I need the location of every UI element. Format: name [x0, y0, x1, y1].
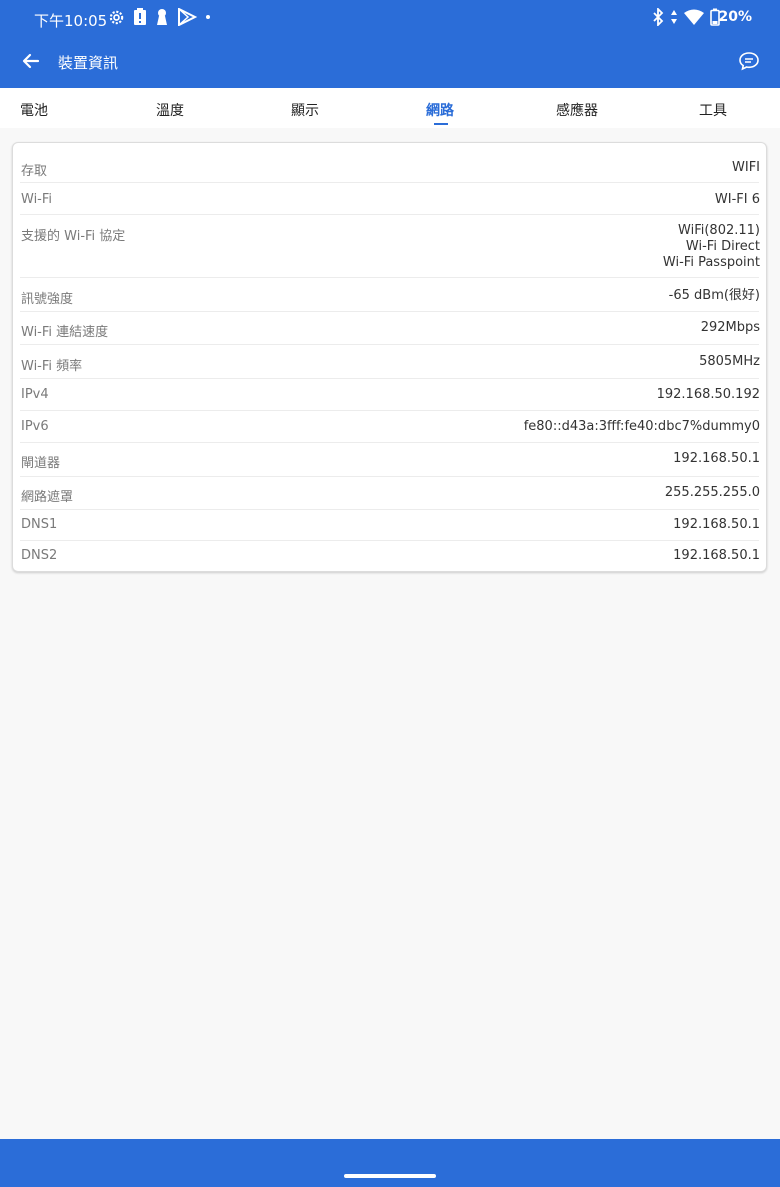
navigation-bar [0, 1139, 780, 1187]
item-value: 192.168.50.1 [673, 517, 760, 532]
item-label: IPv4 [21, 387, 49, 402]
network-info-card: 存取 WIFI Wi-Fi WI-FI 6 支援的 Wi-Fi 協定 WiFi(… [12, 142, 767, 572]
item-value: -65 dBm(很好) [668, 288, 760, 303]
item-value: WIFI [732, 160, 760, 175]
item-value: 5805MHz [699, 354, 760, 369]
battery-alert-icon [134, 8, 146, 25]
list-item-netmask: 網路遮罩 255.255.255.0 [13, 477, 766, 510]
item-value: 292Mbps [700, 320, 760, 335]
arrow-left-icon[interactable] [20, 50, 42, 72]
status-icons-left [108, 8, 211, 26]
battery-percentage: 20% [718, 9, 752, 25]
status-icons-right [652, 8, 720, 26]
list-item-gateway: 閘道器 192.168.50.1 [13, 443, 766, 477]
wifi-icon [684, 9, 704, 25]
item-label: 存取 [21, 164, 48, 179]
list-item-wifi: Wi-Fi WI-FI 6 [13, 183, 766, 215]
item-label: DNS2 [21, 548, 58, 563]
tab-bar: 電池 溫度 顯示 網路 感應器 工具 [0, 88, 780, 128]
item-label: 網路遮罩 [21, 490, 74, 505]
item-value: 192.168.50.192 [656, 387, 760, 402]
item-label: IPv6 [21, 419, 49, 434]
tab-display[interactable]: 顯示 [291, 100, 319, 120]
page-title: 裝置資訊 [58, 54, 119, 72]
tab-tools[interactable]: 工具 [699, 100, 727, 120]
item-value: fe80::d43a:3fff:fe40:dbc7%dummy0 [523, 419, 760, 434]
keyhole-icon [157, 9, 167, 25]
tab-network[interactable]: 網路 [426, 100, 454, 120]
tab-temperature[interactable]: 溫度 [156, 100, 184, 120]
list-item-frequency: Wi-Fi 頻率 5805MHz [13, 345, 766, 379]
tab-sensors[interactable]: 感應器 [556, 100, 598, 120]
item-value-line-2: Wi-Fi Direct [685, 239, 760, 254]
list-item-dns1: DNS1 192.168.50.1 [13, 510, 766, 541]
item-value: WI-FI 6 [714, 192, 760, 207]
bluetooth-icon [653, 8, 664, 26]
status-time: 下午10:05 [34, 12, 108, 30]
list-item-dns2: DNS2 192.168.50.1 [13, 541, 766, 571]
list-item-wifi-protocols: 支援的 Wi-Fi 協定 WiFi(802.11) Wi-Fi Direct W… [13, 215, 766, 278]
item-label: Wi-Fi [21, 192, 53, 207]
list-item-access: 存取 WIFI [13, 151, 766, 183]
item-label: Wi-Fi 連結速度 [21, 325, 109, 340]
data-arrows-icon [671, 10, 677, 24]
item-value: 192.168.50.1 [673, 548, 760, 563]
settings-icon [109, 10, 124, 24]
item-label: Wi-Fi 頻率 [21, 359, 83, 374]
home-gesture-handle[interactable] [344, 1174, 436, 1178]
item-label: 支援的 Wi-Fi 協定 [21, 229, 126, 244]
chat-icon[interactable] [738, 50, 760, 72]
item-label: 訊號強度 [21, 292, 74, 307]
list-item-link-speed: Wi-Fi 連結速度 292Mbps [13, 312, 766, 345]
play-store-icon [178, 8, 197, 26]
item-value-line-3: Wi-Fi Passpoint [662, 255, 760, 270]
active-tab-indicator [434, 123, 448, 125]
item-value-line-1: WiFi(802.11) [678, 223, 760, 238]
list-item-ipv6: IPv6 fe80::d43a:3fff:fe40:dbc7%dummy0 [13, 411, 766, 443]
status-bar: 下午10:05 20% [0, 0, 780, 36]
item-value: 255.255.255.0 [664, 485, 760, 500]
list-item-ipv4: IPv4 192.168.50.192 [13, 379, 766, 411]
tab-battery[interactable]: 電池 [20, 100, 48, 120]
item-value: 192.168.50.1 [673, 451, 760, 466]
dot-icon [206, 15, 210, 19]
item-label: DNS1 [21, 517, 58, 532]
app-bar: 裝置資訊 [0, 36, 780, 88]
list-item-signal-strength: 訊號強度 -65 dBm(很好) [13, 278, 766, 312]
item-label: 閘道器 [21, 456, 61, 471]
